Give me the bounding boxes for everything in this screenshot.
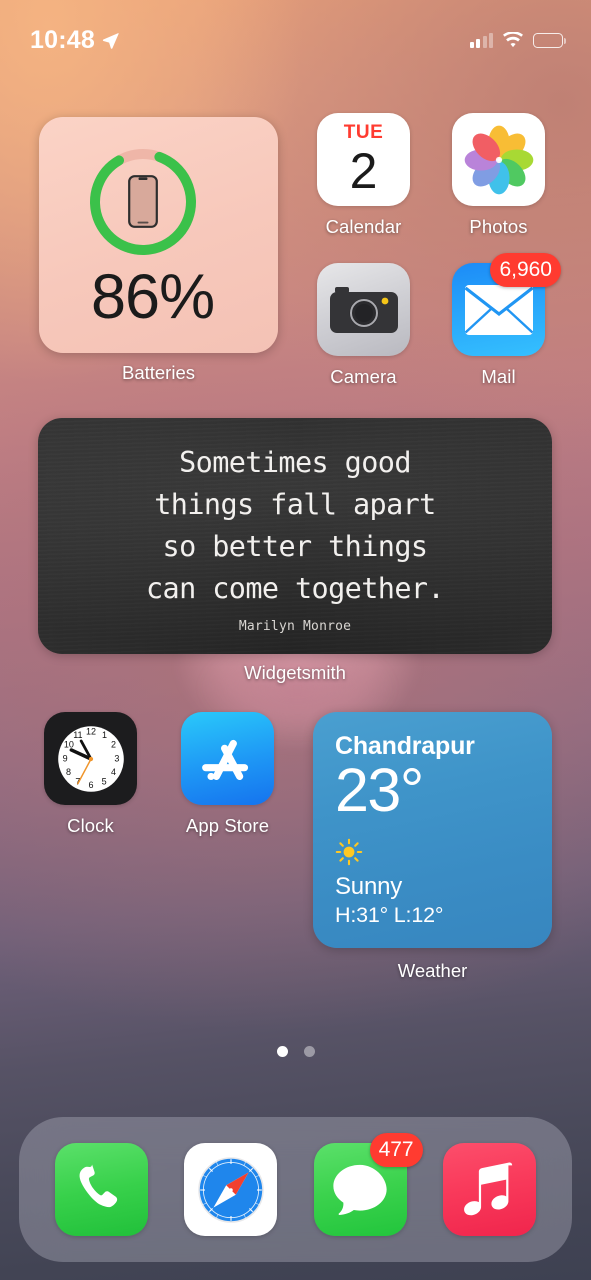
clock-tile[interactable]: 12 1 2 3 4 5 6 7 8 9 10 11 bbox=[44, 712, 137, 805]
quote-line-1: Sometimes good bbox=[179, 446, 411, 479]
home-screen: 10:48 86% Batteries TUE 2 Calendar Photo… bbox=[0, 0, 591, 1280]
svg-text:3: 3 bbox=[114, 753, 119, 763]
app-icon-calendar[interactable]: TUE 2 Calendar bbox=[306, 113, 421, 238]
camera-tile[interactable] bbox=[317, 263, 410, 356]
app-store-icon bbox=[201, 739, 248, 780]
app-label-photos: Photos bbox=[469, 216, 528, 237]
app-icon-app-store[interactable]: App Store bbox=[170, 712, 285, 837]
page-dot-2[interactable] bbox=[303, 1046, 315, 1057]
svg-text:6: 6 bbox=[88, 780, 93, 790]
app-icon-clock[interactable]: 12 1 2 3 4 5 6 7 8 9 10 11 Clock bbox=[33, 712, 148, 837]
svg-text:4: 4 bbox=[111, 766, 116, 776]
dock-icon-safari[interactable] bbox=[184, 1143, 278, 1236]
calendar-weekday: TUE bbox=[343, 122, 384, 143]
svg-text:2: 2 bbox=[111, 739, 116, 749]
svg-text:5: 5 bbox=[101, 776, 106, 786]
app-icon-photos[interactable]: Photos bbox=[441, 113, 556, 238]
quote-text: Sometimes good things fall apart so bett… bbox=[38, 418, 552, 610]
weather-high-low: H:31° L:12° bbox=[335, 903, 444, 927]
svg-text:12: 12 bbox=[85, 726, 95, 736]
svg-text:9: 9 bbox=[62, 753, 67, 763]
page-indicator[interactable] bbox=[0, 1046, 591, 1057]
battery-ring-icon bbox=[84, 143, 202, 261]
widget-label-widgetsmith: Widgetsmith bbox=[244, 662, 346, 683]
app-label-camera: Camera bbox=[330, 366, 397, 387]
battery-percent-text: 86% bbox=[91, 262, 215, 332]
mail-icon bbox=[464, 284, 533, 335]
dock: 477 bbox=[19, 1117, 572, 1262]
app-label-clock: Clock bbox=[67, 815, 114, 836]
weather-details: Sunny H:31° L:12° bbox=[335, 838, 443, 928]
dock-icon-phone[interactable] bbox=[55, 1143, 149, 1236]
widget-weather[interactable]: Chandrapur 23° Sunny H:31° L:12° bbox=[313, 712, 552, 948]
badge-messages: 477 bbox=[369, 1133, 423, 1167]
app-label-app-store: App Store bbox=[185, 815, 270, 836]
page-dot-1[interactable] bbox=[276, 1046, 288, 1057]
dock-icon-music[interactable] bbox=[442, 1143, 536, 1236]
app-grid: 86% Batteries TUE 2 Calendar Photos Came… bbox=[0, 0, 591, 1280]
dock-icon-messages[interactable]: 477 bbox=[313, 1133, 423, 1236]
weather-condition: Sunny bbox=[335, 873, 403, 900]
iphone-icon bbox=[128, 175, 158, 228]
app-label-mail: Mail bbox=[481, 366, 516, 387]
weather-temperature: 23° bbox=[335, 756, 424, 824]
clock-icon: 12 1 2 3 4 5 6 7 8 9 10 11 bbox=[57, 725, 124, 792]
calendar-day: 2 bbox=[349, 143, 378, 199]
widget-batteries[interactable]: 86% bbox=[39, 117, 278, 353]
photos-tile[interactable] bbox=[452, 113, 545, 206]
widget-label-batteries: Batteries bbox=[121, 362, 195, 383]
app-icon-camera[interactable]: Camera bbox=[306, 263, 421, 388]
sun-icon bbox=[335, 838, 443, 866]
quote-line-3: so better things bbox=[162, 529, 429, 563]
photos-icon bbox=[464, 125, 533, 194]
safari-icon bbox=[198, 1156, 264, 1223]
widget-label-weather: Weather bbox=[397, 960, 468, 981]
phone-icon bbox=[79, 1164, 117, 1207]
music-icon bbox=[464, 1162, 513, 1215]
app-store-tile[interactable] bbox=[181, 712, 274, 805]
quote-author: Marilyn Monroe bbox=[238, 619, 352, 634]
app-label-calendar: Calendar bbox=[325, 216, 402, 237]
svg-text:11: 11 bbox=[73, 730, 82, 740]
widget-quote[interactable]: Sometimes good things fall apart so bett… bbox=[38, 418, 552, 654]
app-icon-mail[interactable]: 6,960 Mail bbox=[441, 253, 561, 388]
svg-text:1: 1 bbox=[102, 730, 107, 740]
svg-text:10: 10 bbox=[63, 739, 73, 749]
messages-icon bbox=[333, 1164, 387, 1215]
calendar-tile[interactable]: TUE 2 bbox=[317, 113, 410, 206]
quote-line-2: things fall apart bbox=[154, 487, 436, 521]
badge-mail: 6,960 bbox=[490, 253, 561, 287]
svg-text:8: 8 bbox=[65, 766, 70, 776]
quote-line-4: can come together. bbox=[145, 571, 445, 605]
mail-tile[interactable]: 6,960 bbox=[452, 253, 561, 356]
camera-icon bbox=[329, 286, 398, 333]
